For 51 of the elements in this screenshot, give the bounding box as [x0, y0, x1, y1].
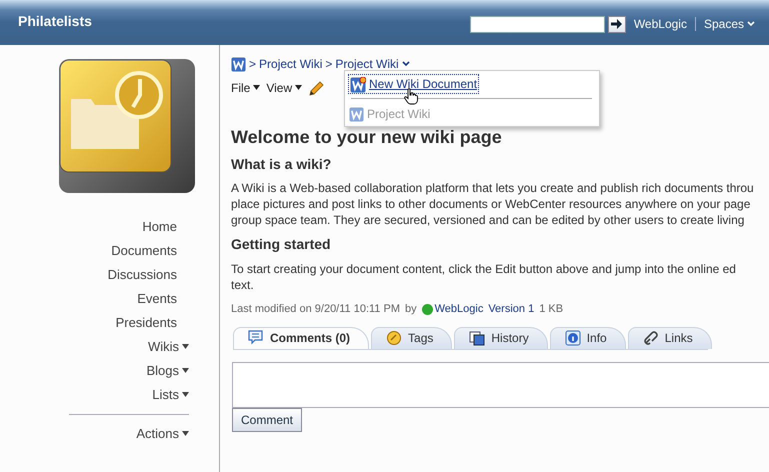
site-title: Philatelists — [18, 12, 92, 31]
by-text: by — [404, 302, 417, 318]
new-wiki-icon — [350, 75, 366, 93]
search-field[interactable] — [470, 16, 605, 32]
tab[interactable]: Tags — [371, 326, 452, 349]
paragraph-line: place pictures and post links to other documents or WebCenter resources anywhere on your page — [231, 196, 752, 212]
sidebar-link[interactable]: Events — [0, 287, 219, 311]
sidebar-link[interactable]: Documents — [0, 239, 219, 263]
breadcrumb-link[interactable]: Project Wiki — [259, 55, 322, 73]
menu-item[interactable]: New Wiki Document — [348, 74, 480, 94]
paragraph-line: text. — [231, 277, 255, 294]
sidebar-link[interactable]: Blogs — [0, 359, 219, 383]
paragraph-line: A Wiki is a Web-based collaboration platform that lets you create and publish rich documents throu — [231, 180, 755, 196]
toolbar-menu[interactable]: File — [231, 79, 260, 97]
paragraph-line: To start creating your document content, click the Edit button above and jump into the online ed — [231, 261, 737, 278]
sidebar-link[interactable]: Discussions — [0, 263, 219, 287]
actions-menu[interactable]: Actions — [0, 422, 219, 446]
breadcrumb-separator: > — [249, 56, 256, 73]
sidebar-link[interactable]: Home — [0, 215, 219, 239]
wiki-icon — [231, 55, 246, 73]
pencil-icon[interactable] — [308, 79, 324, 97]
sidebar-link[interactable]: Presidents — [0, 311, 219, 335]
wiki-icon — [349, 105, 364, 123]
sidebar-link[interactable]: Lists — [0, 383, 219, 407]
tag-icon — [386, 330, 402, 346]
comment-icon — [248, 330, 264, 346]
tab[interactable]: Links — [628, 326, 712, 349]
paragraph-line: group space team. They are secured, versioned and can be edited by other users to create living — [231, 212, 746, 228]
tab[interactable]: History — [454, 326, 548, 349]
header-link[interactable]: Spaces — [704, 15, 755, 33]
section-heading: Getting started — [231, 236, 332, 254]
tab[interactable]: Info — [550, 326, 626, 349]
header-link[interactable]: WebLogic — [634, 15, 687, 33]
size-text: 1 KB — [539, 302, 564, 318]
toolbar-menu[interactable]: View — [266, 79, 302, 97]
go-button[interactable] — [608, 16, 626, 32]
tab[interactable]: Comments (0) — [233, 326, 370, 349]
breadcrumb-separator: > — [325, 56, 332, 73]
modified-text: Last modified on 9/20/11 10:11 PM — [231, 302, 400, 318]
page-title: Welcome to your new wiki page — [231, 127, 503, 149]
history-icon — [469, 330, 486, 346]
comment-button[interactable]: Comment — [232, 408, 302, 432]
comment-field[interactable] — [232, 362, 769, 408]
link-icon — [642, 330, 659, 346]
sidebar-link[interactable]: Wikis — [0, 335, 219, 359]
info-icon — [564, 330, 581, 346]
version-link[interactable]: Version 1 — [488, 301, 534, 318]
hand-cursor-icon — [404, 87, 418, 106]
section-heading: What is a wiki? — [231, 156, 332, 172]
author-link[interactable]: WebLogic — [434, 301, 484, 318]
breadcrumb-link[interactable]: Project Wiki — [335, 55, 410, 73]
